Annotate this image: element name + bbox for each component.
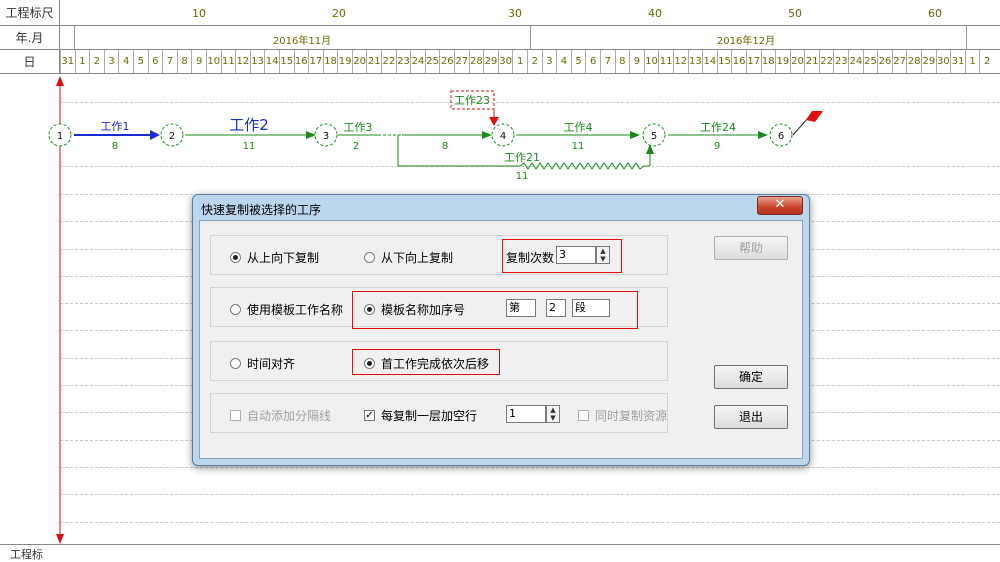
prefix-input[interactable]: 第 <box>506 299 536 317</box>
radio-label: 时间对齐 <box>247 357 296 371</box>
radio-indicator[interactable] <box>230 304 241 315</box>
node-label: 4 <box>500 131 506 142</box>
radio-label: 从下向上复制 <box>381 251 454 265</box>
copy-count-label: 复制次数 <box>506 251 555 265</box>
help-button[interactable]: 帮助 <box>714 236 788 260</box>
task-name: 工作21 <box>504 151 540 164</box>
exit-button[interactable]: 退出 <box>714 405 788 429</box>
blank-rows-spinner[interactable]: ▲ ▼ <box>546 405 560 423</box>
task-duration: 11 <box>243 141 256 152</box>
radio-indicator[interactable] <box>364 252 375 263</box>
radio-first-shift[interactable]: 首工作完成依次后移 <box>364 355 489 372</box>
ok-button[interactable]: 确定 <box>714 365 788 389</box>
node-label: 1 <box>57 131 63 142</box>
radio-indicator[interactable] <box>364 358 375 369</box>
bottom-ruler-label: 工程标 <box>10 548 43 561</box>
checkbox-indicator[interactable] <box>578 410 589 421</box>
radio-label: 模板名称加序号 <box>381 303 466 317</box>
radio-indicator[interactable] <box>230 358 241 369</box>
copy-dialog: 快速复制被选择的工序 ✕ 从上向下复制 从下向上复制 复制次数 3 ▲ ▼ 使用模… <box>192 194 810 466</box>
task-duration: 8 <box>442 141 448 152</box>
checkbox-add-blank-row[interactable]: ✓ 每复制一层加空行 <box>364 407 477 424</box>
task-name: 工作24 <box>700 121 736 134</box>
checkbox-copy-resources[interactable]: 同时复制资源 <box>578 407 667 424</box>
task-duration: 11 <box>516 171 529 182</box>
task-name: 工作2 <box>229 116 269 134</box>
checkbox-indicator[interactable] <box>230 410 241 421</box>
task-name: 工作4 <box>564 121 593 134</box>
task-duration: 2 <box>353 141 359 152</box>
node-label: 3 <box>323 131 329 142</box>
checkbox-label: 每复制一层加空行 <box>381 409 478 423</box>
radio-label: 从上向下复制 <box>247 251 320 265</box>
checkbox-label: 自动添加分隔线 <box>247 409 332 423</box>
radio-label: 使用模板工作名称 <box>247 303 344 317</box>
close-button[interactable]: ✕ <box>757 196 803 215</box>
checkbox-auto-divider[interactable]: 自动添加分隔线 <box>230 407 331 424</box>
node-label: 6 <box>778 131 784 142</box>
radio-template-name[interactable]: 使用模板工作名称 <box>230 301 343 318</box>
task-duration: 9 <box>714 141 720 152</box>
copy-count-spinner[interactable]: ▲ ▼ <box>596 246 610 264</box>
blank-rows-input[interactable]: 1 <box>506 405 546 423</box>
task-name: 工作3 <box>344 121 373 134</box>
suffix-input[interactable]: 段 <box>572 299 610 317</box>
radio-indicator[interactable] <box>364 304 375 315</box>
checkbox-label: 同时复制资源 <box>595 409 668 423</box>
radio-label: 首工作完成依次后移 <box>381 357 490 371</box>
checkbox-indicator[interactable]: ✓ <box>364 410 375 421</box>
copy-count-input[interactable]: 3 <box>556 246 596 264</box>
radio-time-align[interactable]: 时间对齐 <box>230 355 295 372</box>
radio-top-down[interactable]: 从上向下复制 <box>230 249 319 266</box>
radio-indicator[interactable] <box>230 252 241 263</box>
radio-bottom-up[interactable]: 从下向上复制 <box>364 249 453 266</box>
radio-template-seq[interactable]: 模板名称加序号 <box>364 301 465 318</box>
node-label: 5 <box>651 131 657 142</box>
task-duration: 11 <box>572 141 585 152</box>
task-duration: 8 <box>112 141 118 152</box>
dialog-title: 快速复制被选择的工序 <box>201 203 322 217</box>
selected-task-name: 工作23 <box>454 94 490 107</box>
dialog-body: 从上向下复制 从下向上复制 复制次数 3 ▲ ▼ 使用模板工作名称 模板名称加序号… <box>199 220 803 459</box>
task-name: 工作1 <box>101 120 130 133</box>
node-label: 2 <box>169 131 175 142</box>
seq-input[interactable]: 2 <box>546 299 566 317</box>
